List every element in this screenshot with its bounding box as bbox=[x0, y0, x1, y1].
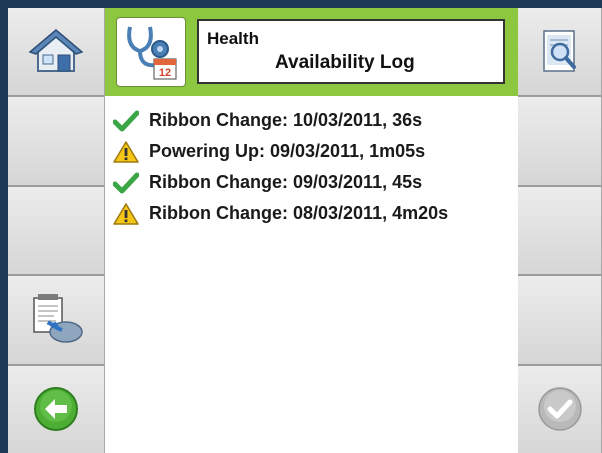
home-button[interactable] bbox=[8, 8, 105, 98]
right-empty-button-1[interactable] bbox=[518, 97, 602, 187]
page-title-category: Health bbox=[207, 29, 259, 48]
log-entry[interactable]: Powering Up: 09/03/2011, 1m05s bbox=[105, 136, 518, 167]
log-list: Ribbon Change: 10/03/2011, 36s Powering … bbox=[105, 96, 518, 229]
device-frame: 12 Health Availability Log Ribbon Change… bbox=[0, 0, 602, 453]
availability-log-panel: Ribbon Change: 10/03/2011, 36s Powering … bbox=[105, 96, 518, 453]
left-empty-button-1[interactable] bbox=[8, 97, 105, 187]
log-entry-text: Ribbon Change: 10/03/2011, 36s bbox=[149, 110, 423, 130]
green-check-icon bbox=[113, 109, 143, 133]
header-bar: 12 Health Availability Log bbox=[105, 8, 518, 96]
log-entry-text: Powering Up: 09/03/2011, 1m05s bbox=[149, 141, 426, 161]
home-icon bbox=[28, 28, 84, 72]
confirm-check-icon bbox=[537, 387, 582, 432]
stethoscope-calendar-icon: 12 bbox=[127, 26, 177, 80]
calendar-day: 12 bbox=[159, 67, 171, 79]
log-entry[interactable]: Ribbon Change: 09/03/2011, 45s bbox=[105, 167, 518, 198]
right-button-column bbox=[518, 8, 602, 453]
export-log-icon bbox=[33, 293, 83, 343]
document-search-icon bbox=[542, 29, 576, 72]
health-icon-tile: 12 bbox=[116, 17, 186, 87]
back-arrow-icon bbox=[34, 387, 78, 432]
green-check-icon bbox=[113, 171, 143, 195]
warning-icon bbox=[113, 202, 143, 226]
left-button-column bbox=[8, 8, 105, 453]
left-empty-button-2[interactable] bbox=[8, 186, 105, 277]
page-title: Availability Log bbox=[275, 52, 415, 73]
log-entry[interactable]: Ribbon Change: 08/03/2011, 4m20s bbox=[105, 198, 518, 229]
log-entry-text: Ribbon Change: 09/03/2011, 45s bbox=[149, 172, 423, 192]
page-title-box: Health Availability Log bbox=[197, 19, 505, 84]
right-empty-button-2[interactable] bbox=[518, 186, 602, 277]
log-entry-text: Ribbon Change: 08/03/2011, 4m20s bbox=[149, 203, 449, 223]
back-button[interactable] bbox=[8, 365, 105, 453]
confirm-button[interactable] bbox=[518, 365, 602, 453]
log-entry[interactable]: Ribbon Change: 10/03/2011, 36s bbox=[105, 105, 518, 136]
document-search-button[interactable] bbox=[518, 8, 602, 98]
export-log-button[interactable] bbox=[8, 276, 105, 366]
right-empty-button-3[interactable] bbox=[518, 276, 602, 366]
warning-icon bbox=[113, 140, 143, 164]
